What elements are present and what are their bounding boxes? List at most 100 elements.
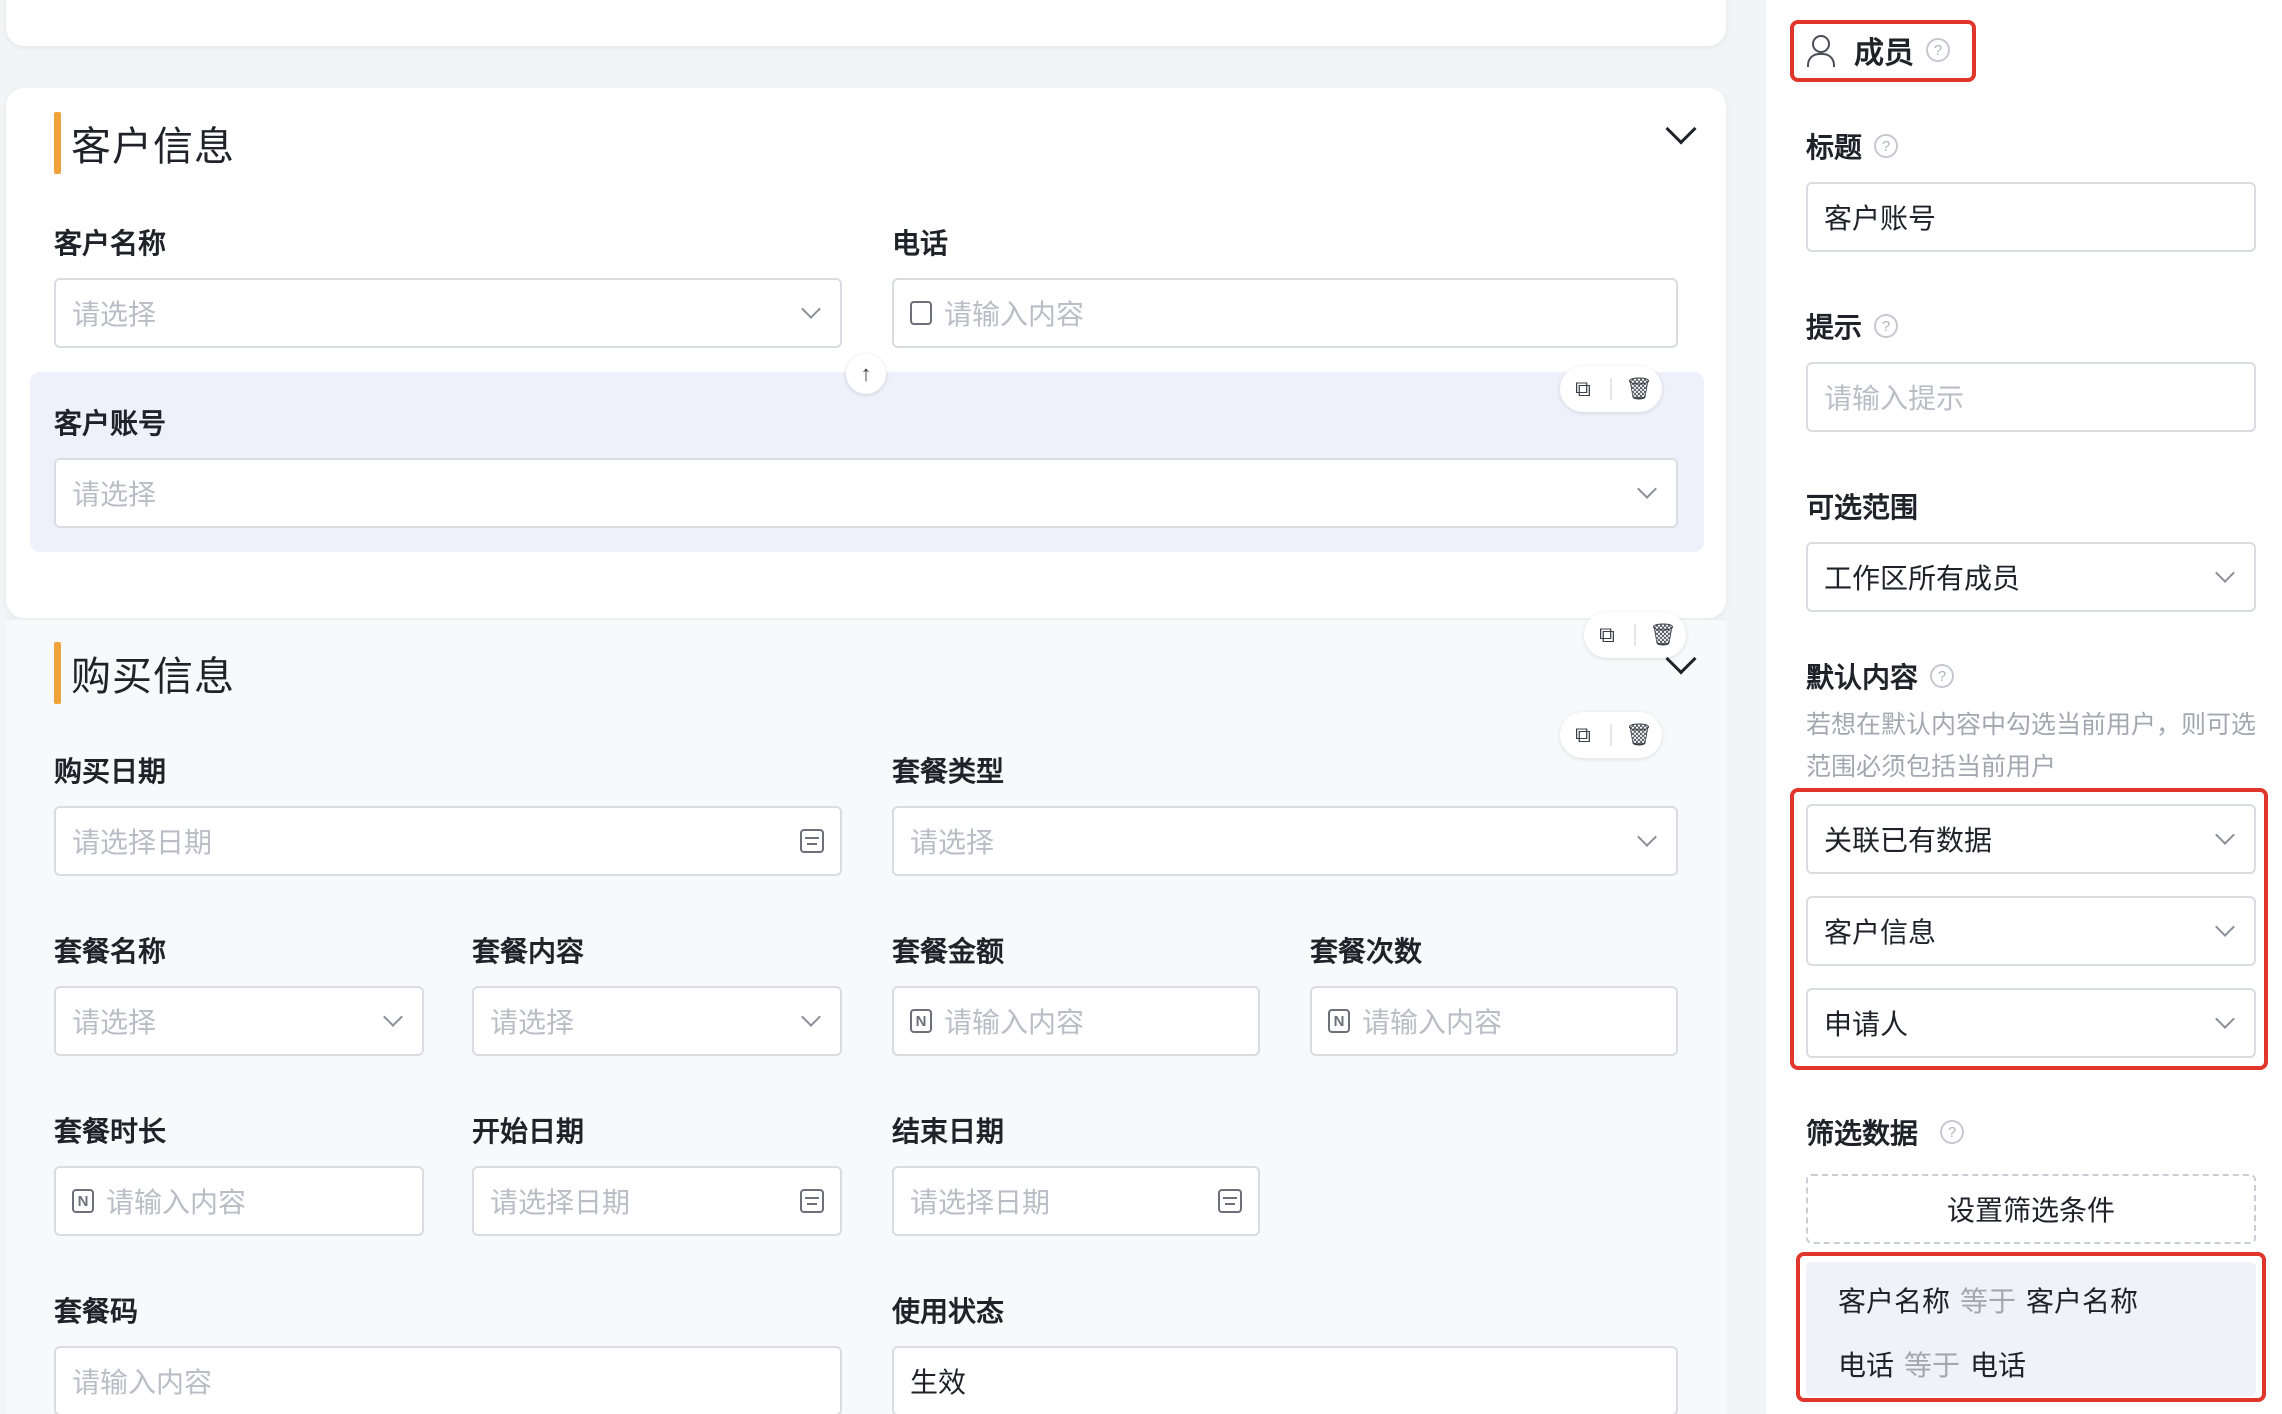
value: 关联已有数据 [1824, 825, 1993, 856]
copy-icon[interactable]: ⧉ [1594, 622, 1620, 648]
filter-condition-row[interactable]: 客户名称 等于 客户名称 [1838, 1280, 2138, 1320]
label-text: 可选范围 [1806, 492, 1919, 523]
package-code-input[interactable]: 请输入内容 [54, 1346, 842, 1414]
section-accent-bar [54, 112, 61, 174]
label-text: 筛选数据 [1806, 1118, 1919, 1149]
calendar-icon [1218, 1189, 1242, 1213]
range-select[interactable]: 工作区所有成员 [1806, 542, 2256, 612]
condition-right: 电话 [1970, 1350, 2027, 1381]
hint-label: 提示 ? [1806, 306, 1899, 346]
move-up-arrow-icon[interactable]: ↑ [846, 354, 886, 394]
end-date-label: 结束日期 [892, 1116, 1005, 1147]
form-canvas: 客户信息 客户名称 请选择 电话 请输入内容 ↑ ⧉ 🗑 客户账号 请选择 ⧉ … [0, 0, 1760, 1414]
end-date-picker[interactable]: 请选择日期 [892, 1166, 1260, 1236]
start-date-picker[interactable]: 请选择日期 [472, 1166, 842, 1236]
chevron-down-icon [2215, 1009, 2235, 1029]
placeholder: 请选择 [490, 1007, 575, 1038]
help-icon[interactable]: ? [1930, 664, 1955, 688]
phone-label: 电话 [892, 228, 949, 259]
placeholder: 请选择日期 [490, 1187, 631, 1218]
field-type-name: 成员 [1854, 37, 1914, 70]
toolbar-divider [1634, 624, 1636, 646]
help-icon[interactable]: ? [1940, 1120, 1965, 1144]
package-count-input[interactable]: N 请输入内容 [1310, 986, 1678, 1056]
help-icon[interactable]: ? [1874, 314, 1899, 338]
copy-icon[interactable]: ⧉ [1570, 722, 1596, 748]
title-input[interactable]: 客户账号 [1806, 182, 2256, 252]
placeholder: 请选择 [910, 827, 995, 858]
default-form-select[interactable]: 客户信息 [1806, 896, 2256, 966]
customer-account-label: 客户账号 [54, 408, 167, 439]
start-date-label: 开始日期 [472, 1116, 585, 1147]
purchase-date-picker[interactable]: 请选择日期 [54, 806, 842, 876]
phone-icon [910, 301, 932, 325]
customer-name-label: 客户名称 [54, 228, 167, 259]
default-content-hint: 若想在默认内容中勾选当前用户，则可选范围必须包括当前用户 [1806, 711, 2257, 781]
package-type-label: 套餐类型 [892, 756, 1005, 787]
customer-account-select[interactable]: 请选择 [54, 458, 1678, 528]
chevron-down-icon [2215, 563, 2235, 583]
customer-name-select[interactable]: 请选择 [54, 278, 842, 348]
number-icon: N [72, 1189, 94, 1213]
help-icon[interactable]: ? [1874, 134, 1899, 158]
package-content-label: 套餐内容 [472, 936, 585, 967]
value: 客户账号 [1824, 203, 1937, 234]
field-toolbar: ⧉ 🗑 [1560, 366, 1662, 412]
package-amount-input[interactable]: N 请输入内容 [892, 986, 1260, 1056]
condition-left: 电话 [1838, 1350, 1895, 1381]
trash-icon[interactable]: 🗑 [1649, 622, 1677, 648]
package-type-select[interactable]: 请选择 [892, 806, 1678, 876]
user-icon [1806, 35, 1835, 67]
default-content-label: 默认内容 ? [1806, 656, 1955, 696]
placeholder: 请输入内容 [72, 1367, 213, 1398]
condition-operator: 等于 [1960, 1286, 2017, 1317]
default-field-select[interactable]: 申请人 [1806, 988, 2256, 1058]
help-icon[interactable]: ? [1926, 38, 1950, 62]
copy-icon[interactable]: ⧉ [1570, 376, 1596, 402]
field-type-header: 成员 ? [1806, 28, 1950, 72]
customer-section-title: 客户信息 [54, 112, 235, 174]
usage-status-input[interactable]: 生效 [892, 1346, 1678, 1414]
value: 生效 [910, 1367, 967, 1398]
section-title-text: 购买信息 [71, 655, 235, 699]
label-text: 提示 [1806, 312, 1863, 343]
value: 申请人 [1824, 1009, 1909, 1040]
chevron-down-icon [2215, 825, 2235, 845]
filter-condition-row[interactable]: 电话 等于 电话 [1838, 1344, 2026, 1384]
package-name-select[interactable]: 请选择 [54, 986, 424, 1056]
title-label: 标题 ? [1806, 126, 1899, 166]
value: 工作区所有成员 [1824, 563, 2021, 594]
chevron-down-icon [1637, 479, 1657, 499]
placeholder: 请选择日期 [72, 827, 213, 858]
hint-input[interactable]: 请输入提示 [1806, 362, 2256, 432]
chevron-down-icon [801, 299, 821, 319]
package-content-select[interactable]: 请选择 [472, 986, 842, 1056]
toolbar-divider [1610, 378, 1612, 400]
phone-input[interactable]: 请输入内容 [892, 278, 1678, 348]
purchase-section-title: 购买信息 [54, 642, 235, 704]
condition-left: 客户名称 [1838, 1286, 1951, 1317]
toolbar-divider [1610, 724, 1612, 746]
package-name-label: 套餐名称 [54, 936, 167, 967]
condition-operator: 等于 [1904, 1350, 1961, 1381]
filter-conditions: 客户名称 等于 客户名称 电话 等于 电话 [1806, 1262, 2256, 1396]
chevron-down-icon [383, 1007, 403, 1027]
condition-right: 客户名称 [2026, 1286, 2139, 1317]
package-code-label: 套餐码 [54, 1296, 139, 1327]
placeholder: 请输入提示 [1824, 383, 1965, 414]
section-title-text: 客户信息 [71, 125, 235, 169]
package-duration-input[interactable]: N 请输入内容 [54, 1166, 424, 1236]
trash-icon[interactable]: 🗑 [1625, 722, 1653, 748]
placeholder: 请选择 [72, 479, 157, 510]
placeholder: 请输入内容 [944, 299, 1085, 330]
set-filter-button[interactable]: 设置筛选条件 [1806, 1174, 2256, 1244]
placeholder: 请输入内容 [944, 1007, 1085, 1038]
placeholder: 请选择 [72, 1007, 157, 1038]
section-toolbar: ⧉ 🗑 [1584, 612, 1686, 658]
field-toolbar: ⧉ 🗑 [1560, 712, 1662, 758]
default-source-select[interactable]: 关联已有数据 [1806, 804, 2256, 874]
package-amount-label: 套餐金额 [892, 936, 1005, 967]
chevron-down-icon [2215, 917, 2235, 937]
trash-icon[interactable]: 🗑 [1625, 376, 1653, 402]
number-icon: N [1328, 1009, 1350, 1033]
